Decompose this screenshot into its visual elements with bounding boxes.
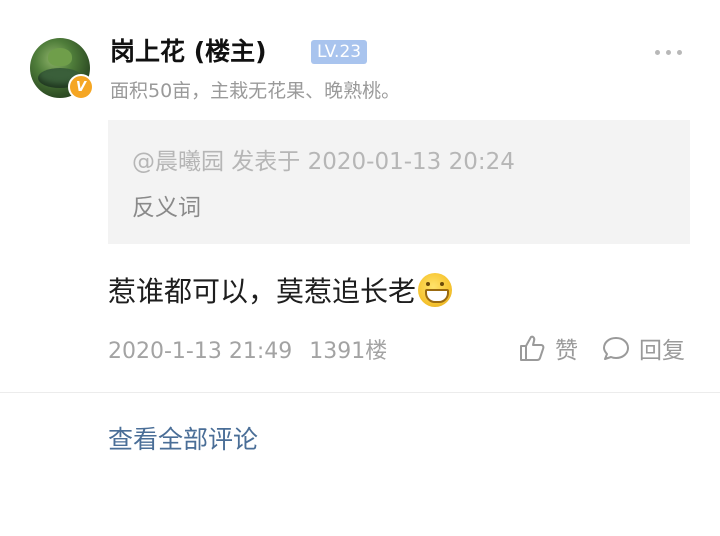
author-name[interactable]: 岗上花 (楼主)	[110, 32, 267, 68]
post-meta: 2020-1-13 21:49 1391楼	[108, 333, 387, 365]
more-dots-icon[interactable]	[655, 50, 682, 55]
comment-content: 惹谁都可以，莫惹追长老	[108, 270, 453, 310]
quote-meta: @晨曦园 发表于 2020-01-13 20:24	[132, 149, 515, 175]
divider	[0, 392, 720, 393]
quoted-comment[interactable]: @晨曦园 发表于 2020-01-13 20:24 反义词	[108, 120, 690, 244]
like-button[interactable]: 赞	[517, 331, 578, 365]
dot	[655, 50, 660, 55]
floor-number: 1391楼	[309, 339, 388, 364]
reply-label: 回复	[639, 338, 685, 364]
view-all-comments-link[interactable]: 查看全部评论	[108, 420, 258, 456]
quote-text: 反义词	[132, 195, 201, 221]
thumbs-up-icon	[520, 335, 545, 361]
post-timestamp: 2020-1-13 21:49	[108, 339, 293, 364]
like-label: 赞	[555, 338, 578, 364]
grinning-face-icon	[418, 273, 453, 307]
author-signature: 面积50亩，主栽无花果、晚熟桃。	[110, 80, 401, 102]
comment-post: V 岗上花 (楼主) LV.23 面积50亩，主栽无花果、晚熟桃。 @晨曦园 发…	[0, 0, 720, 392]
dot	[677, 50, 682, 55]
comment-text: 惹谁都可以，莫惹追长老	[108, 275, 417, 308]
level-badge: LV.23	[311, 40, 368, 64]
comment-bubble-icon	[603, 337, 629, 360]
dot	[666, 50, 671, 55]
avatar[interactable]: V	[30, 38, 94, 100]
verified-badge-icon: V	[68, 74, 94, 100]
reply-button[interactable]: 回复	[601, 331, 685, 365]
